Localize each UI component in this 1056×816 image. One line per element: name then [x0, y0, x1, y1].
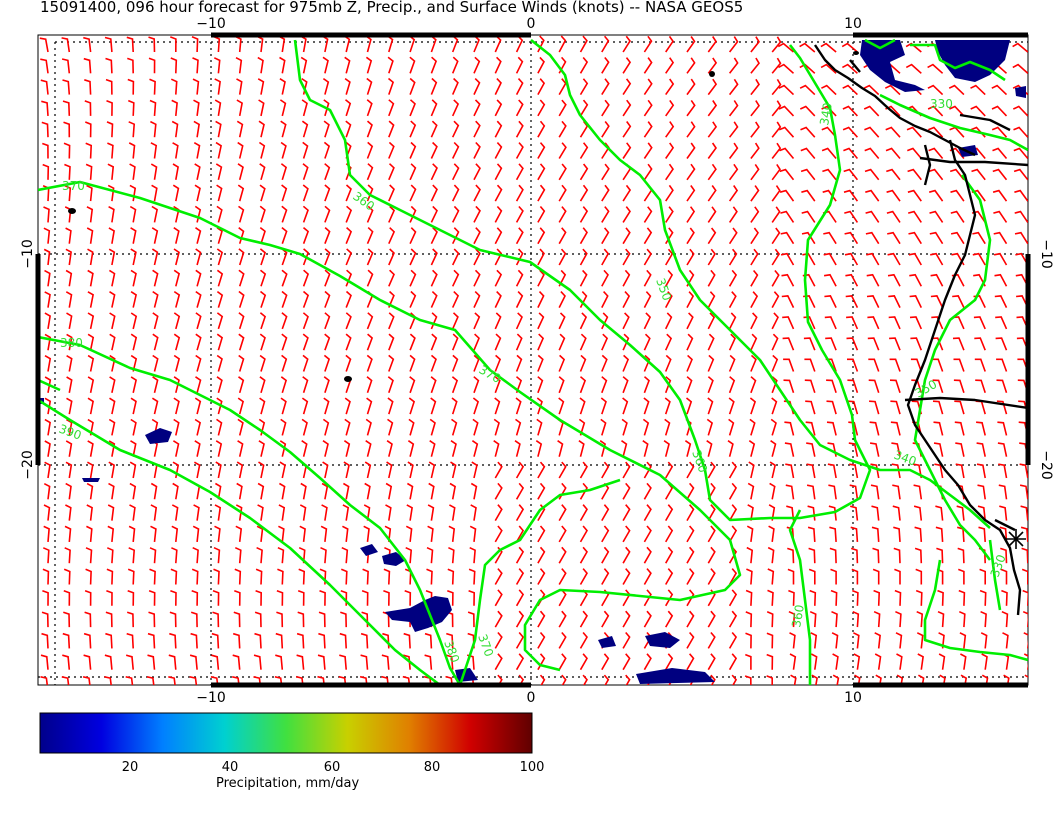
colorbar-tick-label: 80 — [423, 760, 441, 775]
colorbar-tick-label: 60 — [323, 760, 341, 775]
colorbar — [39, 712, 533, 754]
contour-label: 330 — [930, 97, 953, 111]
lat-tick-label-left: −10 — [20, 239, 36, 269]
colorbar-tick-label: 40 — [221, 760, 239, 775]
lat-tick-label-right: −10 — [1038, 239, 1054, 269]
precip-patch — [82, 478, 100, 482]
map-frame — [37, 34, 1029, 686]
colorbar-tick-label: 20 — [121, 760, 139, 775]
lon-tick-label-top: 0 — [527, 16, 536, 32]
contour-label: 380 — [60, 336, 83, 350]
lat-tick-label-left: −20 — [20, 450, 36, 480]
star-marker — [1006, 529, 1026, 549]
forecast-map: 370 360 380 390 350 370 360 380 370 360 … — [20, 16, 1054, 754]
lon-tick-label-bottom: −10 — [196, 690, 226, 706]
lon-tick-label-top: −10 — [196, 16, 226, 32]
lat-tick-label-right: −20 — [1038, 450, 1054, 480]
colorbar-tick-label: 100 — [519, 760, 545, 775]
contour-label: 370 — [62, 179, 85, 193]
lon-tick-label-top: 10 — [844, 16, 862, 32]
colorbar-label: Precipitation, mm/day — [216, 776, 360, 791]
lon-tick-label-bottom: 0 — [527, 690, 536, 706]
lon-tick-label-bottom: 10 — [844, 690, 862, 706]
